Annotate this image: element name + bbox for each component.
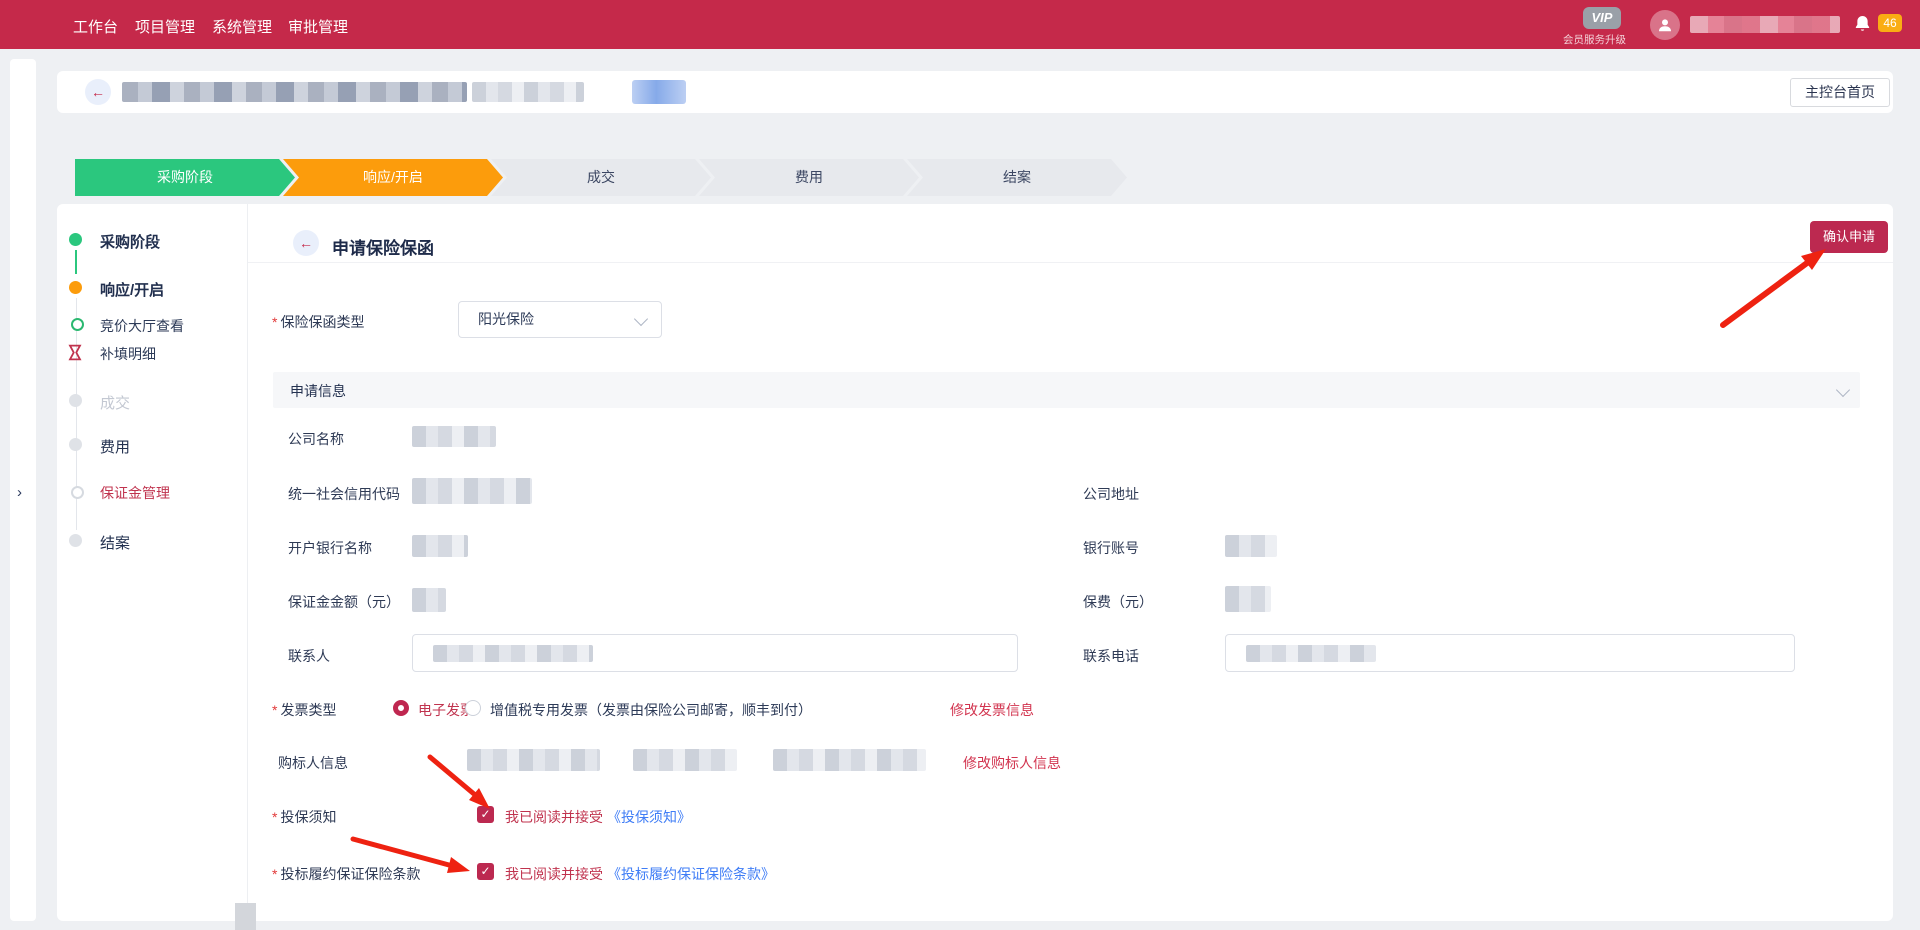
edit-invoice-info-link[interactable]: 修改发票信息 xyxy=(950,700,1034,720)
back-button[interactable]: ← xyxy=(85,79,111,105)
buyer-value-redacted-3 xyxy=(773,749,926,771)
edit-buyer-info-link[interactable]: 修改购标人信息 xyxy=(963,753,1061,773)
performance-terms-doc-link[interactable]: 《投标履约保证保险条款》 xyxy=(607,864,775,884)
check-icon: ✓ xyxy=(480,864,490,878)
hourglass-icon xyxy=(68,344,82,364)
top-nav: 工作台 项目管理 系统管理 审批管理 VIP 会员服务升级 46 xyxy=(0,0,1920,49)
performance-terms-label: 投标履约保证保险条款 xyxy=(272,864,420,884)
contact-phone-value-redacted xyxy=(1246,645,1376,662)
check-icon: ✓ xyxy=(480,807,490,821)
insurance-type-label: 保险保函类型 xyxy=(272,312,364,332)
stage-step-procurement[interactable]: 采购阶段 xyxy=(75,159,295,196)
bank-account-value-redacted xyxy=(1225,535,1277,557)
project-title-redacted xyxy=(122,82,467,102)
back-arrow-icon: ← xyxy=(91,84,105,100)
performance-terms-agree-text: 我已阅读并接受 xyxy=(505,864,603,884)
timeline-dot-closing xyxy=(69,534,82,547)
insurance-notice-doc-link[interactable]: 《投保须知》 xyxy=(607,807,691,827)
radio-vat-invoice[interactable] xyxy=(465,700,481,716)
timeline-dot-response xyxy=(69,281,82,294)
company-name-value-redacted xyxy=(412,426,496,447)
performance-terms-checkbox[interactable]: ✓ xyxy=(477,863,494,880)
vip-caption[interactable]: 会员服务升级 xyxy=(1563,32,1626,47)
nav-item-approval-mgmt[interactable]: 审批管理 xyxy=(288,16,348,37)
user-avatar[interactable] xyxy=(1650,10,1680,40)
contact-label: 联系人 xyxy=(288,646,330,666)
contact-phone-input[interactable] xyxy=(1225,634,1795,672)
insurance-notice-label: 投保须知 xyxy=(272,807,336,827)
console-home-button[interactable]: 主控台首页 xyxy=(1790,78,1890,107)
scrollbar-thumb[interactable] xyxy=(235,903,256,930)
insurance-notice-checkbox[interactable]: ✓ xyxy=(477,806,494,823)
sidebar-item-response-open[interactable]: 响应/开启 xyxy=(100,279,164,300)
insurance-notice-agree-text: 我已阅读并接受 xyxy=(505,807,603,827)
timeline-connector-green xyxy=(75,250,77,274)
stage-step-deal[interactable]: 成交 xyxy=(491,159,711,196)
timeline-dot-procurement xyxy=(69,233,82,246)
section-title: 申请信息 xyxy=(290,381,346,401)
timeline-dot-deal xyxy=(69,394,82,407)
premium-label: 保费（元） xyxy=(1083,592,1153,612)
stage-step-closing[interactable]: 结案 xyxy=(907,159,1127,196)
deposit-amount-value-redacted xyxy=(412,588,446,612)
sidebar-item-closing[interactable]: 结案 xyxy=(100,532,130,553)
page-title: 申请保险保函 xyxy=(332,234,434,259)
back-arrow-icon: ← xyxy=(299,235,313,251)
contact-phone-label: 联系电话 xyxy=(1083,646,1139,666)
sidebar-divider xyxy=(247,204,248,921)
radio-vat-invoice-label[interactable]: 增值税专用发票（发票由保险公司邮寄，顺丰到付） xyxy=(490,700,812,720)
invoice-type-label: 发票类型 xyxy=(272,700,336,720)
person-icon xyxy=(1657,17,1673,33)
sidebar-item-fill-details[interactable]: 补填明细 xyxy=(100,344,156,364)
notification-count-badge: 46 xyxy=(1878,14,1902,32)
nav-item-project-mgmt[interactable]: 项目管理 xyxy=(135,16,195,37)
nav-item-system-mgmt[interactable]: 系统管理 xyxy=(212,16,272,37)
nav-item-workbench[interactable]: 工作台 xyxy=(73,16,118,37)
confirm-apply-button[interactable]: 确认申请 xyxy=(1810,221,1888,253)
title-divider xyxy=(248,262,1893,263)
notification-bell-icon[interactable] xyxy=(1853,13,1872,37)
sidebar-item-deal[interactable]: 成交 xyxy=(100,392,130,413)
sidebar-item-fees[interactable]: 费用 xyxy=(100,436,130,457)
status-tag-redacted xyxy=(632,80,686,104)
contact-input[interactable] xyxy=(412,634,1018,672)
sidebar-item-procurement[interactable]: 采购阶段 xyxy=(100,231,160,252)
insurance-type-select[interactable]: 阳光保险 xyxy=(458,301,662,338)
company-address-label: 公司地址 xyxy=(1083,484,1139,504)
insurance-type-value: 阳光保险 xyxy=(478,311,534,327)
content-back-button[interactable]: ← xyxy=(293,230,319,256)
premium-value-redacted xyxy=(1225,586,1271,612)
collapsed-drawer xyxy=(10,59,36,921)
stage-step-fees[interactable]: 费用 xyxy=(699,159,919,196)
drawer-expand-icon[interactable]: › xyxy=(17,484,22,501)
project-title-redacted-2 xyxy=(472,82,584,102)
username-redacted xyxy=(1690,16,1840,33)
company-name-label: 公司名称 xyxy=(288,429,344,449)
credit-code-value-redacted xyxy=(412,478,532,504)
timeline-ring-deposit xyxy=(71,486,84,499)
radio-electronic-invoice[interactable] xyxy=(393,700,409,716)
bank-account-label: 银行账号 xyxy=(1083,538,1139,558)
stage-step-response-open[interactable]: 响应/开启 xyxy=(283,159,503,196)
bank-name-label: 开户银行名称 xyxy=(288,538,372,558)
application-info-section-header[interactable] xyxy=(273,372,1860,408)
sidebar-item-bidding-hall[interactable]: 竞价大厅查看 xyxy=(100,316,184,336)
bank-name-value-redacted xyxy=(412,535,468,557)
buyer-value-redacted-1 xyxy=(467,749,600,771)
buyer-value-redacted-2 xyxy=(633,749,737,771)
credit-code-label: 统一社会信用代码 xyxy=(288,484,400,504)
sidebar-item-deposit-mgmt[interactable]: 保证金管理 xyxy=(100,483,170,503)
buyer-info-label: 购标人信息 xyxy=(278,753,348,773)
timeline-ring-bidding-hall xyxy=(71,318,84,331)
vip-icon[interactable]: VIP xyxy=(1583,7,1621,29)
timeline-dot-fees xyxy=(69,438,82,451)
contact-value-redacted xyxy=(433,645,593,662)
deposit-amount-label: 保证金金额（元） xyxy=(288,592,400,612)
